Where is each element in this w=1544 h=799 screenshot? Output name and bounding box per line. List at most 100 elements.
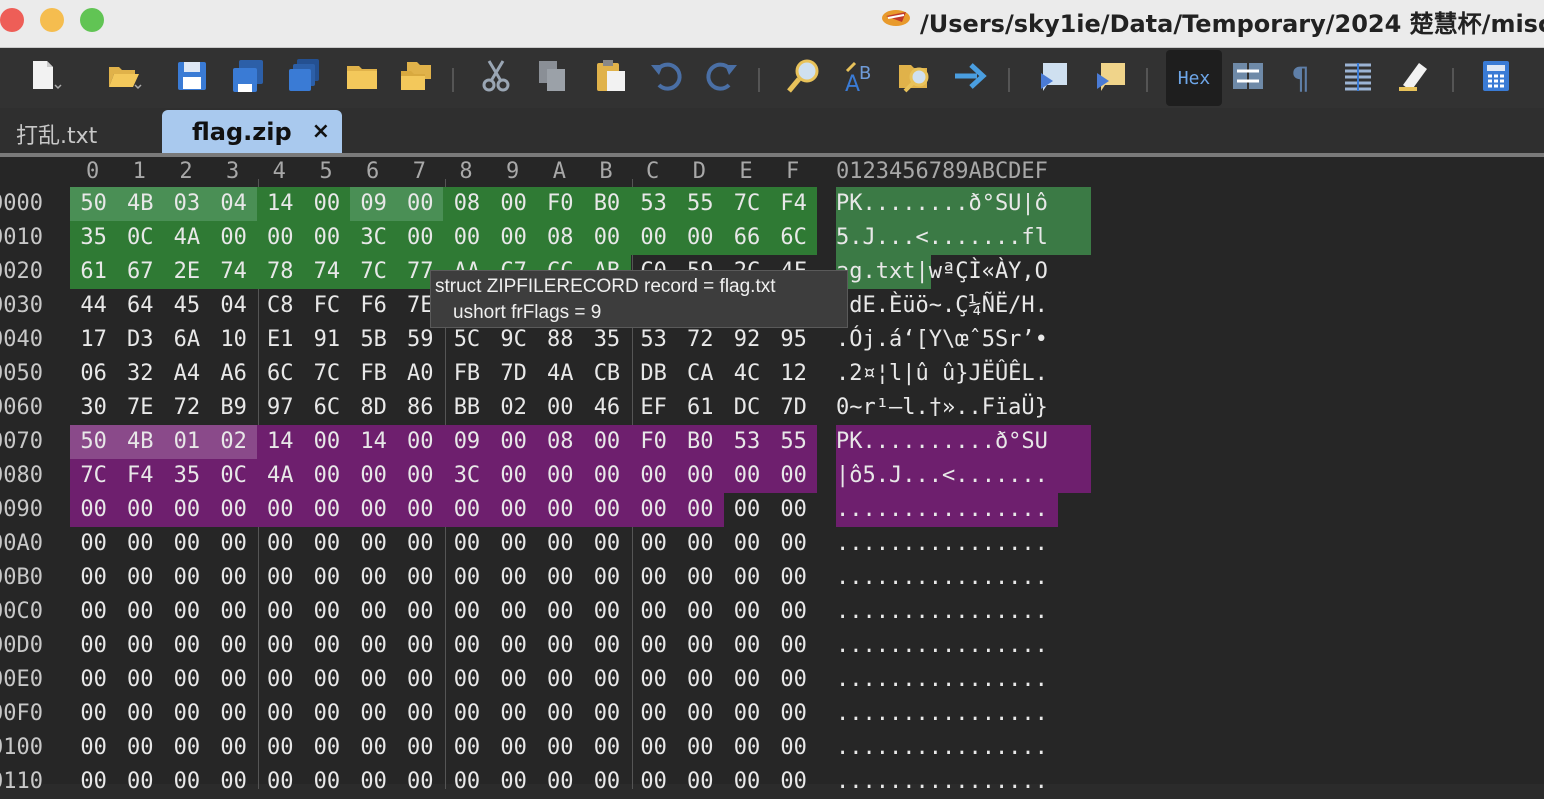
hex-byte[interactable]: 00 — [70, 629, 117, 663]
hex-byte[interactable]: 00 — [117, 697, 164, 731]
hex-byte[interactable]: 00 — [677, 561, 724, 595]
hex-byte[interactable]: 00 — [396, 221, 444, 255]
hex-byte[interactable]: 14 — [256, 425, 304, 459]
hex-byte[interactable]: 00 — [630, 731, 677, 765]
hex-byte[interactable]: 02 — [210, 425, 258, 459]
ascii-row[interactable]: .2¤¦l|û û}JËÛÊL. — [836, 357, 1091, 391]
hex-byte[interactable]: 00 — [723, 731, 770, 765]
hex-byte[interactable]: 7C — [350, 255, 398, 289]
hex-byte[interactable]: 00 — [723, 697, 770, 731]
hex-byte[interactable]: 50 — [70, 425, 118, 459]
folders-button[interactable] — [394, 56, 438, 100]
hex-byte[interactable]: 72 — [163, 391, 210, 425]
hex-byte[interactable]: 00 — [583, 561, 630, 595]
highlight-button[interactable] — [1392, 56, 1436, 100]
open-folder-button[interactable] — [102, 56, 146, 100]
hex-byte[interactable]: 00 — [583, 731, 630, 765]
hex-byte[interactable]: 00 — [490, 663, 537, 697]
hex-byte[interactable]: 00 — [490, 187, 538, 221]
hex-byte[interactable]: 2E — [163, 255, 211, 289]
hex-byte[interactable]: 00 — [583, 221, 631, 255]
ascii-row[interactable]: PK........ð°SU|ô — [836, 187, 1091, 221]
hex-byte[interactable]: 00 — [303, 595, 350, 629]
hex-byte[interactable]: 8D — [350, 391, 397, 425]
hex-byte[interactable]: 00 — [630, 493, 678, 527]
hex-byte[interactable]: 00 — [677, 629, 724, 663]
hex-byte[interactable]: 00 — [723, 663, 770, 697]
hex-byte[interactable]: 00 — [397, 527, 444, 561]
hex-byte[interactable]: 00 — [396, 459, 444, 493]
hex-byte[interactable]: 00 — [397, 697, 444, 731]
hex-byte[interactable]: 00 — [677, 595, 724, 629]
new-file-button[interactable] — [22, 56, 66, 100]
hex-byte[interactable]: 00 — [210, 493, 258, 527]
hex-byte[interactable]: 00 — [396, 493, 444, 527]
hex-byte[interactable]: 00 — [303, 697, 350, 731]
hex-byte[interactable]: B9 — [210, 391, 257, 425]
redo-button[interactable] — [700, 56, 744, 100]
hex-byte[interactable]: 00 — [583, 527, 630, 561]
hex-byte[interactable]: 09 — [350, 187, 398, 221]
hex-byte[interactable]: 00 — [117, 731, 164, 765]
hex-byte[interactable]: EF — [630, 391, 677, 425]
hex-byte[interactable]: F4 — [116, 459, 164, 493]
hex-byte[interactable]: 00 — [70, 527, 117, 561]
hex-byte[interactable]: 00 — [117, 595, 164, 629]
ascii-row[interactable]: ag.txt|wªÇÌ«ÀY,O — [836, 255, 1091, 289]
hex-byte[interactable]: 35 — [163, 459, 211, 493]
pilcrow-button[interactable]: ¶ — [1280, 56, 1324, 100]
cut-button[interactable] — [474, 56, 518, 100]
hex-byte[interactable]: 00 — [490, 731, 537, 765]
hex-byte[interactable]: 00 — [210, 663, 257, 697]
hex-byte[interactable]: 14 — [350, 425, 398, 459]
hex-byte[interactable]: 08 — [536, 221, 584, 255]
hex-byte[interactable]: 14 — [256, 187, 304, 221]
hex-byte[interactable]: 0C — [210, 459, 258, 493]
hex-byte[interactable]: 00 — [443, 663, 490, 697]
hex-byte[interactable]: 00 — [443, 629, 490, 663]
hex-byte[interactable]: 00 — [536, 493, 584, 527]
hex-byte[interactable]: 46 — [583, 391, 630, 425]
hex-byte[interactable]: 00 — [490, 425, 538, 459]
find-button[interactable] — [782, 56, 826, 100]
hex-byte[interactable]: 00 — [70, 561, 117, 595]
hex-byte[interactable]: 00 — [583, 629, 630, 663]
hex-byte[interactable]: 00 — [583, 697, 630, 731]
compare-button[interactable] — [1226, 56, 1270, 100]
hex-byte[interactable]: 78 — [256, 255, 304, 289]
hex-byte[interactable]: 00 — [630, 765, 677, 799]
hex-byte[interactable]: 61 — [677, 391, 724, 425]
hex-byte[interactable]: 00 — [443, 221, 491, 255]
hex-byte[interactable]: 0C — [116, 221, 164, 255]
hex-byte[interactable]: 88 — [537, 323, 584, 357]
ascii-row[interactable]: ................ — [836, 629, 1091, 663]
hex-byte[interactable]: 00 — [537, 561, 584, 595]
hex-byte[interactable]: 00 — [163, 663, 210, 697]
hex-byte[interactable]: 00 — [257, 629, 304, 663]
hex-byte[interactable]: 66 — [723, 221, 771, 255]
hex-byte[interactable]: 00 — [583, 663, 630, 697]
run-script-button[interactable] — [1034, 56, 1078, 100]
close-window-button[interactable] — [0, 8, 24, 32]
hex-byte[interactable]: 00 — [723, 459, 771, 493]
ascii-row[interactable]: ................ — [836, 595, 1091, 629]
hex-byte[interactable]: 00 — [303, 663, 350, 697]
hex-byte[interactable]: 35 — [583, 323, 630, 357]
ascii-row[interactable]: |ô5.J...<....... — [836, 459, 1091, 493]
hex-byte[interactable]: 00 — [537, 629, 584, 663]
hex-byte[interactable]: 7D — [770, 391, 817, 425]
hex-byte[interactable]: 00 — [490, 595, 537, 629]
hex-byte[interactable]: 00 — [630, 561, 677, 595]
hex-byte[interactable]: 55 — [770, 425, 818, 459]
hex-byte[interactable]: 00 — [70, 493, 118, 527]
hex-byte[interactable]: 4C — [723, 357, 770, 391]
replace-button[interactable]: AB — [838, 56, 882, 100]
ascii-row[interactable]: ................ — [836, 561, 1091, 595]
hex-byte[interactable]: 00 — [443, 493, 491, 527]
hex-byte[interactable]: 44 — [70, 289, 117, 323]
hex-byte[interactable]: FB — [350, 357, 397, 391]
ascii-row[interactable]: PK..........ð°SU — [836, 425, 1091, 459]
hex-byte[interactable]: 00 — [163, 731, 210, 765]
hex-byte[interactable]: 00 — [770, 595, 817, 629]
hex-byte[interactable]: 00 — [537, 595, 584, 629]
